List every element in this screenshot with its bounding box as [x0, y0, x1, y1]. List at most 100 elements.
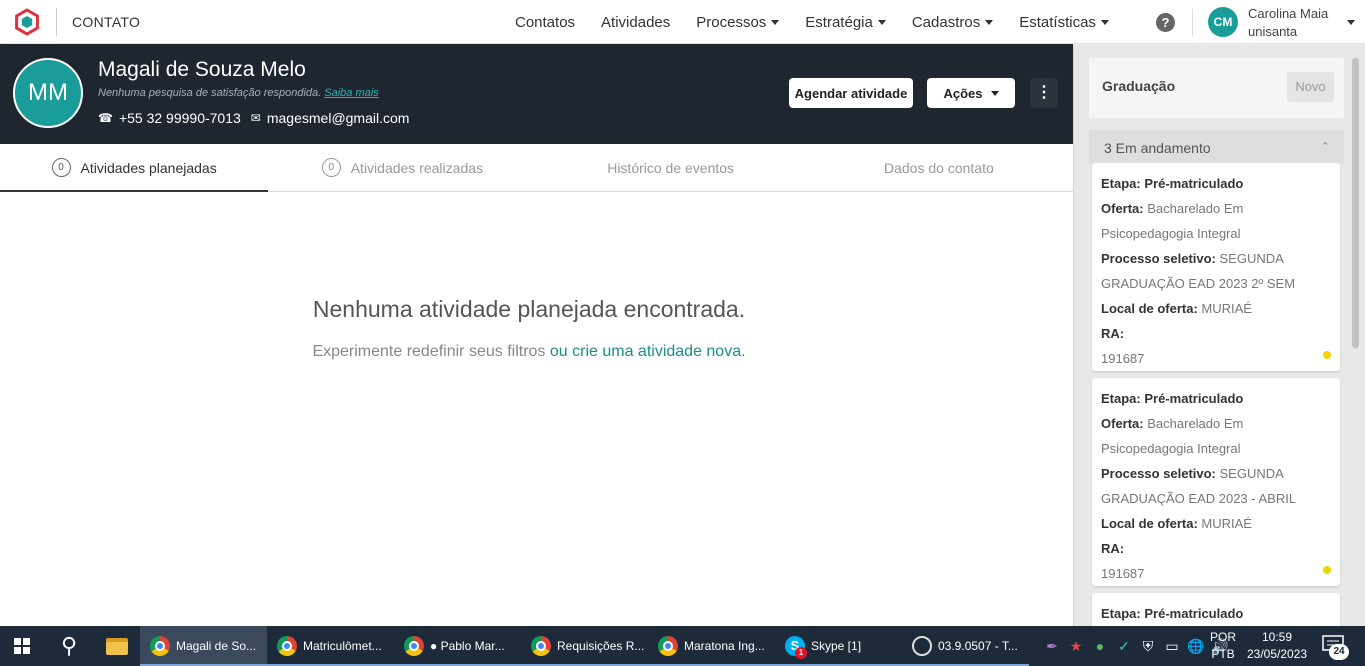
contact-avatar: MM — [13, 58, 83, 128]
user-avatar[interactable]: CM — [1208, 7, 1238, 37]
empty-state-title: Nenhuma atividade planejada encontrada. — [312, 296, 746, 322]
card-stage: Pré-matriculado — [1144, 391, 1244, 406]
nav-processos[interactable]: Processos — [696, 13, 780, 31]
contact-name: Magali de Souza Melo — [98, 58, 306, 81]
logo-divider — [56, 7, 57, 36]
nav-estrategia[interactable]: Estratégia — [805, 14, 886, 31]
taskbar-app-chrome[interactable]: Magali de So... — [140, 626, 267, 666]
caret-down-icon — [877, 19, 886, 25]
card-place: MURIAÉ — [1201, 516, 1252, 531]
file-explorer-icon[interactable] — [94, 626, 140, 666]
user-menu-chevron-icon[interactable] — [1347, 20, 1355, 25]
tab-historico-eventos[interactable]: Histórico de eventos — [537, 144, 805, 191]
nav-label: Contatos — [515, 13, 576, 31]
panel-title: Graduação — [1102, 78, 1176, 94]
tab-label: Dados do contato — [884, 159, 994, 176]
nav-contatos[interactable]: Contatos — [515, 14, 575, 31]
contact-info: ☎ +55 32 99990-7013 ✉ magesmel@gmail.com — [98, 110, 409, 126]
taskbar-app-chrome[interactable]: Requisições R... — [521, 626, 648, 666]
card-field-label: Etapa: — [1101, 391, 1141, 406]
start-button[interactable] — [0, 626, 44, 666]
new-process-button[interactable]: Novo — [1287, 72, 1334, 102]
phone-icon: ☎ — [98, 111, 113, 125]
card-field-label: Oferta: — [1101, 416, 1144, 431]
caret-down-icon — [1100, 19, 1109, 25]
card-field-label: RA: — [1101, 326, 1125, 341]
nav-label: Processos — [696, 13, 767, 31]
process-card[interactable]: Etapa: Pré-matriculado Oferta: Bacharela… — [1092, 163, 1340, 371]
shield-icon[interactable]: ⛨ — [1138, 636, 1158, 656]
chrome-icon — [277, 636, 297, 656]
network-share-icon[interactable]: ★ — [1066, 636, 1086, 656]
user-info[interactable]: Carolina Maia unisanta — [1248, 5, 1328, 41]
panel-header: Graduação Novo — [1089, 58, 1344, 118]
nav-atividades[interactable]: Atividades — [601, 14, 670, 31]
survey-status: Nenhuma pesquisa de satisfação respondid… — [98, 87, 379, 99]
display-icon[interactable]: ▭ — [1162, 636, 1182, 656]
keyboard-layout: PTB — [1211, 647, 1235, 661]
taskbar-clock[interactable]: 10:59 23/05/2023 — [1245, 629, 1309, 663]
taskbar-app-label: Maratona Ing... — [684, 639, 765, 653]
nav-label: Estatísticas — [1019, 13, 1096, 31]
card-field-label: Processo seletivo: — [1101, 251, 1216, 266]
caret-down-icon — [985, 19, 994, 25]
taskbar-app-chrome[interactable]: Matriculômet... — [267, 626, 394, 666]
status-group-label: 3 Em andamento — [1104, 140, 1211, 156]
feather-icon[interactable]: ✒ — [1042, 636, 1062, 656]
contact-phone[interactable]: +55 32 99990-7013 — [119, 110, 241, 126]
taskbar-app-label: Skype [1] — [811, 639, 862, 653]
top-navbar: CONTATO Contatos Atividades Processos Es… — [0, 0, 1365, 44]
taskbar-app-obs[interactable]: 03.9.0507 - T... — [902, 626, 1029, 666]
skype-icon: S1 — [785, 636, 807, 659]
create-activity-link[interactable]: ou crie uma atividade nova. — [550, 343, 746, 360]
nav-label: Atividades — [601, 13, 671, 31]
card-place: MURIAÉ — [1201, 301, 1252, 316]
survey-learn-more-link[interactable]: Saiba mais — [324, 87, 378, 99]
card-field-label: Oferta: — [1101, 201, 1144, 216]
caret-down-icon — [990, 90, 999, 96]
system-tray: ✒ ★ ● ✓ ⛨ ▭ 🌐 🔊 — [1040, 626, 1232, 666]
card-field-label: Processo seletivo: — [1101, 466, 1216, 481]
taskbar-app-chrome[interactable]: ● Pablo Mar... — [394, 626, 521, 666]
obs-icon — [912, 636, 932, 656]
status-group-header[interactable]: 3 Em andamento ⌃ — [1089, 130, 1344, 164]
card-field-label: Etapa: — [1101, 606, 1141, 621]
taskbar-app-label: Matriculômet... — [303, 639, 382, 653]
sync-icon[interactable]: ✓ — [1114, 636, 1134, 656]
tab-atividades-realizadas[interactable]: 0 Atividades realizadas — [268, 144, 536, 191]
nav-cadastros[interactable]: Cadastros — [912, 14, 994, 31]
status-dot-icon — [1323, 566, 1331, 574]
language-indicator[interactable]: POR PTB — [1208, 629, 1238, 663]
card-field-label: Local de oferta: — [1101, 516, 1198, 531]
update-icon[interactable]: ● — [1090, 636, 1110, 656]
tab-dados-contato[interactable]: Dados do contato — [805, 144, 1073, 191]
actions-label: Ações — [943, 85, 983, 101]
language-code: POR — [1209, 630, 1236, 644]
notification-count-badge: 24 — [1329, 644, 1349, 660]
tab-label: Histórico de eventos — [607, 159, 735, 176]
user-divider — [1192, 9, 1193, 37]
panel-scrollbar[interactable] — [1352, 58, 1359, 348]
schedule-activity-button[interactable]: Agendar atividade — [789, 78, 913, 108]
taskbar-app-label: ● Pablo Mar... — [430, 639, 505, 653]
main-nav: Contatos Atividades Processos Estratégia… — [502, 0, 1122, 44]
tab-atividades-planejadas[interactable]: 0 Atividades planejadas — [0, 144, 269, 192]
contact-email[interactable]: magesmel@gmail.com — [267, 110, 410, 126]
actions-button[interactable]: Ações — [927, 78, 1015, 108]
card-stage: Pré-matriculado — [1144, 606, 1244, 621]
status-dot-icon — [1323, 351, 1331, 359]
more-options-icon[interactable]: ⋮ — [1030, 78, 1058, 108]
taskbar-app-chrome[interactable]: Maratona Ing... — [648, 626, 775, 666]
app-logo-icon[interactable] — [13, 7, 41, 36]
nav-estatisticas[interactable]: Estatísticas — [1019, 14, 1109, 31]
taskbar-app-skype[interactable]: S1 Skype [1] — [775, 626, 902, 666]
process-card[interactable]: Etapa: Pré-matriculado Oferta: Bacharela… — [1092, 378, 1340, 586]
chevron-up-icon: ⌃ — [1320, 141, 1330, 153]
help-icon[interactable]: ? — [1156, 13, 1175, 32]
chrome-icon — [658, 636, 678, 656]
empty-state-subtitle: Experimente redefinir seus filtros ou cr… — [0, 343, 1058, 361]
windows-taskbar: ⚲ Magali de So... Matriculômet... ● Pabl… — [0, 626, 1365, 666]
tab-count: 0 — [51, 158, 71, 177]
globe-icon[interactable]: 🌐 — [1186, 636, 1206, 656]
search-icon[interactable]: ⚲ — [44, 626, 94, 666]
